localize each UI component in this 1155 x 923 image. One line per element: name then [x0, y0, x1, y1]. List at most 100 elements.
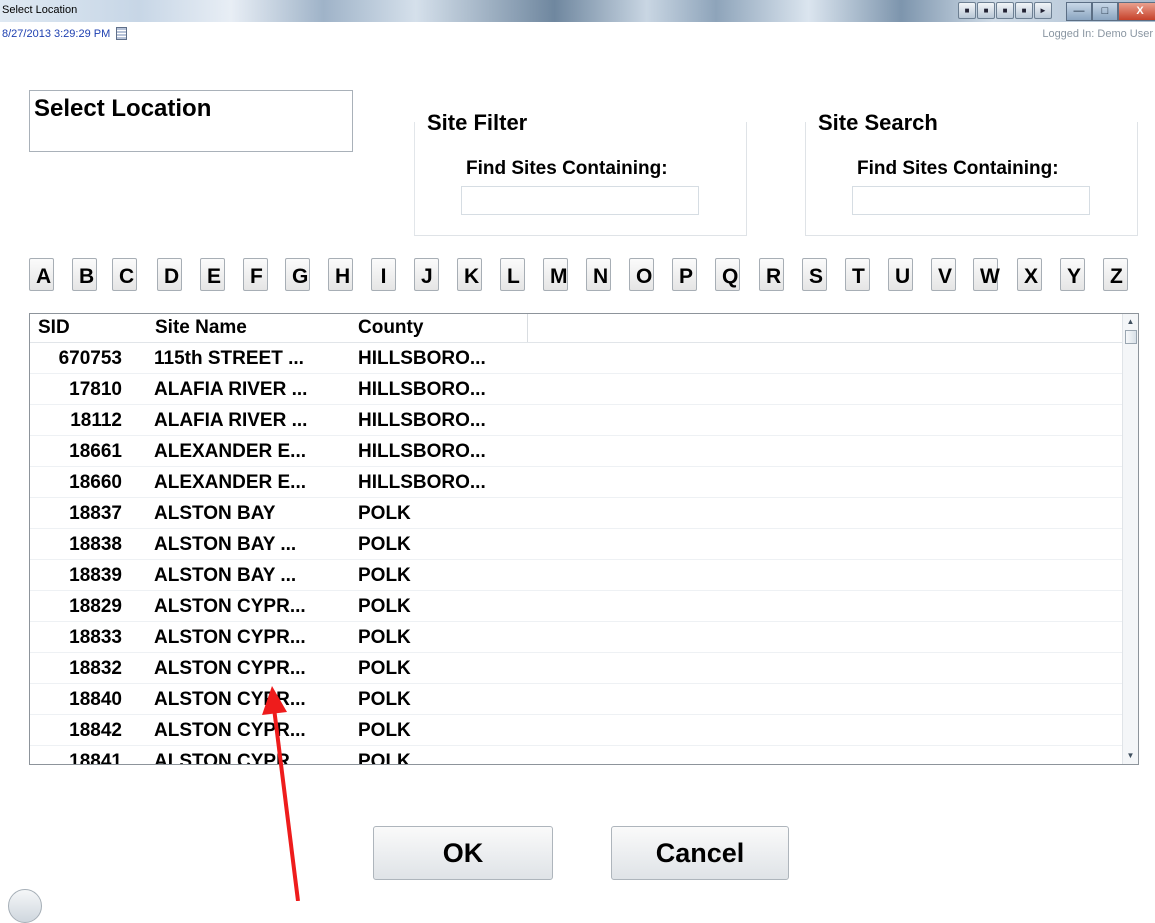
- calendar-icon[interactable]: [116, 27, 128, 40]
- table-row[interactable]: 18829 ALSTON CYPR... POLK: [30, 591, 1122, 622]
- cell-sid: 18842: [69, 720, 122, 741]
- tool-icon-2[interactable]: ■: [977, 2, 995, 19]
- letter-button-n[interactable]: N: [586, 258, 611, 291]
- site-filter-input[interactable]: [461, 186, 699, 215]
- cell-county: HILLSBORO...: [358, 379, 486, 400]
- letter-button-q[interactable]: Q: [715, 258, 740, 291]
- letter-button-a[interactable]: A: [29, 258, 54, 291]
- select-location-panel: Select Location: [29, 90, 353, 152]
- letter-button-b[interactable]: B: [72, 258, 97, 291]
- letter-button-t[interactable]: T: [845, 258, 870, 291]
- letter-button-d[interactable]: D: [157, 258, 182, 291]
- cell-sid: 18837: [69, 503, 122, 524]
- cell-county: POLK: [358, 596, 411, 617]
- table-row[interactable]: 18833 ALSTON CYPR... POLK: [30, 622, 1122, 653]
- cell-county: HILLSBORO...: [358, 472, 486, 493]
- site-list-header: SID Site Name County: [30, 314, 1122, 343]
- scroll-down-arrow-icon[interactable]: ▼: [1123, 748, 1138, 764]
- window-title: Select Location: [2, 4, 78, 16]
- cell-sid: 18833: [69, 627, 122, 648]
- cell-site-name: ALSTON CYPR...: [154, 596, 306, 617]
- letter-button-c[interactable]: C: [112, 258, 137, 291]
- letter-button-v[interactable]: V: [931, 258, 956, 291]
- minimize-button[interactable]: —: [1066, 2, 1092, 21]
- table-row[interactable]: 18660 ALEXANDER E... HILLSBORO...: [30, 467, 1122, 498]
- table-row[interactable]: 18661 ALEXANDER E... HILLSBORO...: [30, 436, 1122, 467]
- cell-site-name: ALSTON CYPR...: [154, 751, 306, 765]
- table-row[interactable]: 18842 ALSTON CYPR... POLK: [30, 715, 1122, 746]
- cell-county: POLK: [358, 503, 411, 524]
- letter-button-x[interactable]: X: [1017, 258, 1042, 291]
- column-header-sid[interactable]: SID: [38, 317, 70, 339]
- letter-button-o[interactable]: O: [629, 258, 654, 291]
- cell-sid: 18841: [69, 751, 122, 765]
- tool-icon-3[interactable]: ■: [996, 2, 1014, 19]
- column-header-county[interactable]: County: [358, 317, 423, 339]
- letter-button-f[interactable]: F: [243, 258, 268, 291]
- table-row[interactable]: 18837 ALSTON BAY POLK: [30, 498, 1122, 529]
- cell-site-name: ALEXANDER E...: [154, 441, 307, 462]
- cell-county: POLK: [358, 627, 411, 648]
- maximize-button[interactable]: □: [1092, 2, 1118, 21]
- datetime-display: 8/27/2013 3:29:29 PM: [2, 27, 128, 40]
- cell-sid: 670753: [58, 348, 122, 369]
- column-divider[interactable]: [527, 314, 528, 342]
- letter-button-l[interactable]: L: [500, 258, 525, 291]
- alphabet-filter-bar: A B C D E F G H I J K L M N O P Q R S T …: [29, 258, 1139, 293]
- letter-button-u[interactable]: U: [888, 258, 913, 291]
- cell-site-name: 115th STREET ...: [154, 348, 304, 369]
- letter-button-i[interactable]: I: [371, 258, 396, 291]
- table-row[interactable]: 17810 ALAFIA RIVER ... HILLSBORO...: [30, 374, 1122, 405]
- site-filter-label: Find Sites Containing:: [466, 158, 668, 179]
- cell-sid: 18660: [69, 472, 122, 493]
- site-search-input[interactable]: [852, 186, 1090, 215]
- letter-button-e[interactable]: E: [200, 258, 225, 291]
- letter-button-j[interactable]: J: [414, 258, 439, 291]
- letter-button-p[interactable]: P: [672, 258, 697, 291]
- scroll-up-arrow-icon[interactable]: ▲: [1123, 314, 1138, 330]
- letter-button-r[interactable]: R: [759, 258, 784, 291]
- letter-button-w[interactable]: W: [973, 258, 1000, 291]
- table-row[interactable]: 670753 115th STREET ... HILLSBORO...: [30, 343, 1122, 374]
- start-orb-icon[interactable]: [8, 889, 42, 923]
- letter-button-m[interactable]: M: [543, 258, 568, 291]
- logged-in-label: Logged In: Demo User: [1042, 28, 1153, 40]
- datetime-text: 8/27/2013 3:29:29 PM: [2, 27, 111, 40]
- letter-button-h[interactable]: H: [328, 258, 353, 291]
- cell-county: HILLSBORO...: [358, 410, 486, 431]
- letter-button-g[interactable]: G: [285, 258, 310, 291]
- scrollbar-thumb[interactable]: [1125, 330, 1137, 344]
- cell-site-name: ALSTON CYPR...: [154, 689, 306, 710]
- table-row[interactable]: 18112 ALAFIA RIVER ... HILLSBORO...: [30, 405, 1122, 436]
- letter-button-z[interactable]: Z: [1103, 258, 1128, 291]
- tool-icon-4[interactable]: ■: [1015, 2, 1033, 19]
- window-titlebar[interactable]: Select Location ■ ■ ■ ■ ► — □ X: [0, 0, 1155, 22]
- close-button[interactable]: X: [1118, 2, 1155, 21]
- table-row[interactable]: 18841 ALSTON CYPR... POLK: [30, 746, 1122, 765]
- cell-county: POLK: [358, 751, 411, 765]
- cell-sid: 17810: [69, 379, 122, 400]
- column-header-site-name[interactable]: Site Name: [155, 317, 247, 339]
- cancel-button[interactable]: Cancel: [611, 826, 789, 880]
- cell-site-name: ALSTON CYPR...: [154, 627, 306, 648]
- tool-icon-1[interactable]: ■: [958, 2, 976, 19]
- letter-button-y[interactable]: Y: [1060, 258, 1085, 291]
- cell-site-name: ALEXANDER E...: [154, 472, 307, 493]
- tool-icon-5[interactable]: ►: [1034, 2, 1052, 19]
- table-row[interactable]: 18840 ALSTON CYPR... POLK: [30, 684, 1122, 715]
- cell-sid: 18838: [69, 534, 122, 555]
- cell-sid: 18661: [69, 441, 122, 462]
- letter-button-k[interactable]: K: [457, 258, 482, 291]
- table-row[interactable]: 18839 ALSTON BAY ... POLK: [30, 560, 1122, 591]
- site-list-rows: 670753 115th STREET ... HILLSBORO... 178…: [30, 343, 1122, 765]
- cell-county: HILLSBORO...: [358, 348, 486, 369]
- site-list[interactable]: SID Site Name County 670753 115th STREET…: [29, 313, 1139, 765]
- cell-county: POLK: [358, 720, 411, 741]
- site-list-scrollbar[interactable]: ▲ ▼: [1122, 314, 1138, 764]
- ok-button[interactable]: OK: [373, 826, 553, 880]
- cell-site-name: ALSTON BAY: [154, 503, 276, 524]
- letter-button-s[interactable]: S: [802, 258, 827, 291]
- table-row[interactable]: 18832 ALSTON CYPR... POLK: [30, 653, 1122, 684]
- cell-sid: 18112: [70, 410, 122, 431]
- table-row[interactable]: 18838 ALSTON BAY ... POLK: [30, 529, 1122, 560]
